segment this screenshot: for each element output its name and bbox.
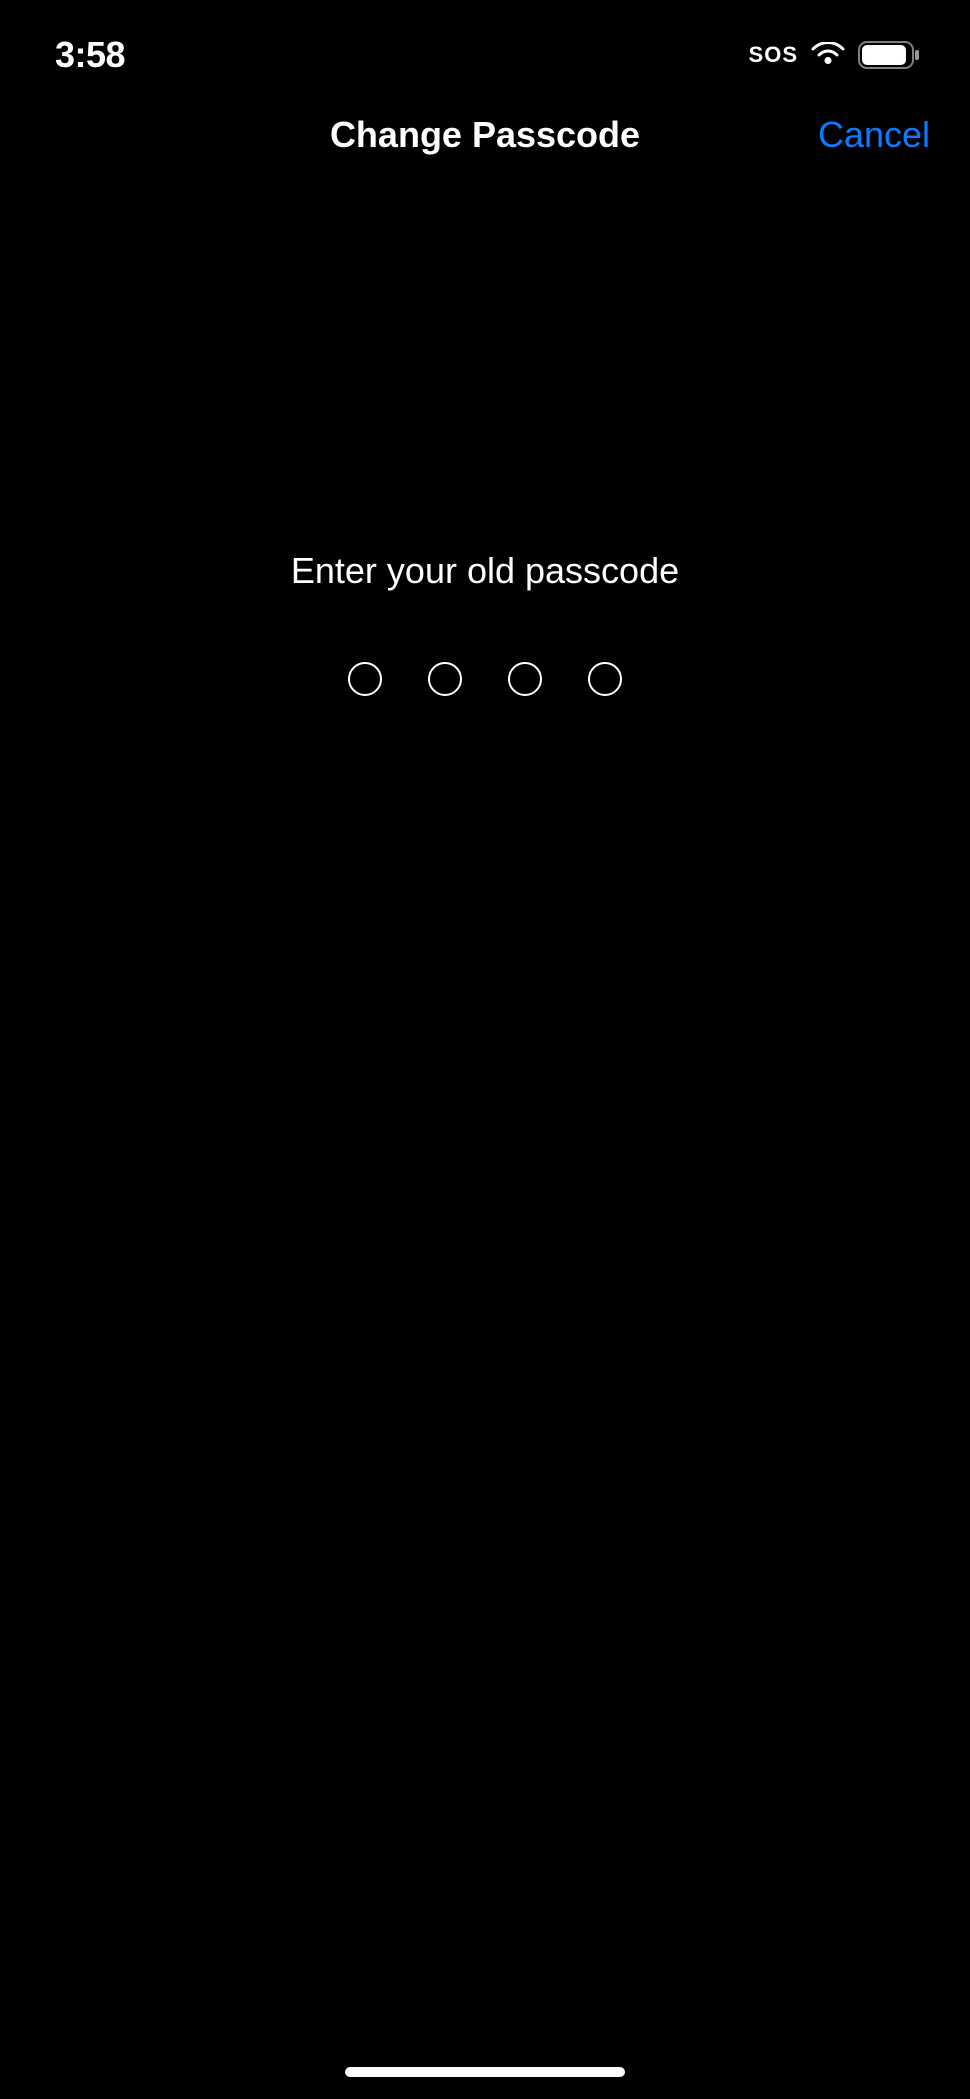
sos-indicator: SOS (749, 42, 798, 68)
status-right: SOS (749, 41, 920, 69)
wifi-icon (810, 42, 846, 68)
passcode-dot (508, 662, 542, 696)
navigation-bar: Change Passcode Cancel (0, 90, 970, 180)
main-content: Enter your old passcode (0, 550, 970, 696)
status-bar: 3:58 SOS (0, 0, 970, 80)
passcode-input[interactable] (348, 662, 622, 696)
passcode-dot (588, 662, 622, 696)
battery-icon (858, 41, 920, 69)
cancel-button[interactable]: Cancel (818, 114, 930, 156)
passcode-dot (348, 662, 382, 696)
home-indicator[interactable] (345, 2067, 625, 2077)
passcode-dot (428, 662, 462, 696)
prompt-text: Enter your old passcode (291, 550, 679, 592)
page-title: Change Passcode (330, 114, 640, 156)
status-time: 3:58 (55, 34, 125, 76)
